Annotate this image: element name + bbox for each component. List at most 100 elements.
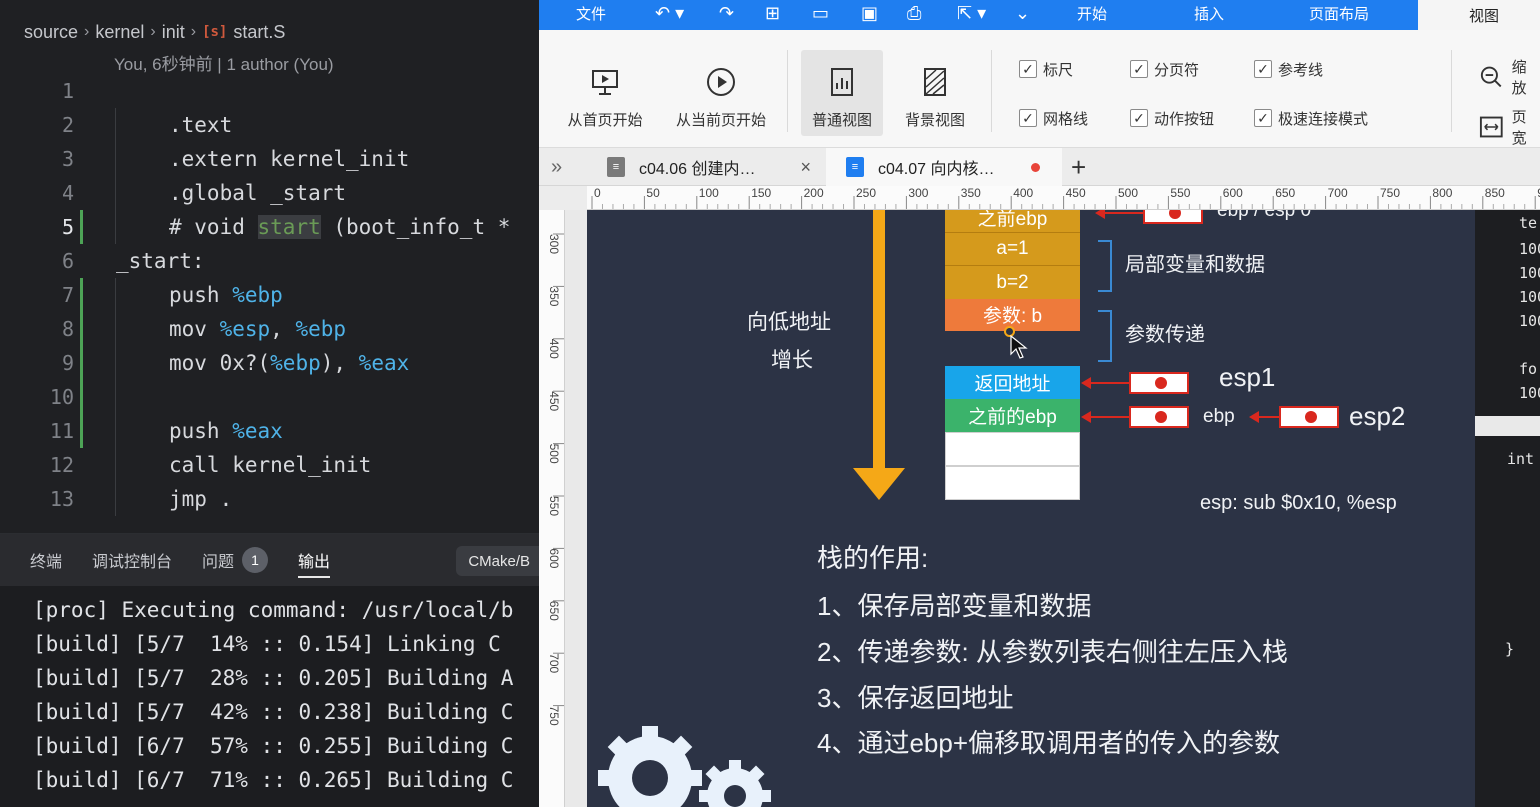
code-line[interactable]: 6 _start:	[0, 244, 540, 278]
print-icon[interactable]: ⎙	[907, 0, 921, 26]
collapse-sidebar-icon[interactable]: »	[551, 148, 562, 186]
gridlines-checkbox[interactable]: ✓ 网格线	[1019, 107, 1088, 129]
pointer-box	[1279, 406, 1339, 428]
add-tab-icon[interactable]: +	[1071, 148, 1086, 186]
code-token: mov	[169, 317, 220, 341]
code-line-active[interactable]: 5 # void start (boot_info_t *	[0, 210, 540, 244]
play-from-first-button[interactable]: 从首页开始	[561, 52, 649, 130]
code-line[interactable]: 7 push %ebp	[0, 278, 540, 312]
undo-icon[interactable]: ↶ ▾	[655, 0, 684, 26]
page-width-icon	[1479, 116, 1503, 138]
code-line[interactable]: 3 .extern kernel_init	[0, 142, 540, 176]
fast-connect-checkbox[interactable]: ✓ 极速连接模式	[1254, 107, 1368, 129]
stack-cell-b[interactable]: b=2	[945, 265, 1080, 299]
new-slide-icon[interactable]: ⊞	[765, 0, 780, 26]
git-blame-info[interactable]: You, 6秒钟前 | 1 author (You)	[114, 50, 334, 75]
breadcrumb-source[interactable]: source	[24, 22, 78, 43]
page-break-checkbox[interactable]: ✓ 分页符	[1130, 58, 1199, 80]
zoom-button[interactable]: 缩放	[1479, 56, 1540, 98]
stack-purpose-heading: 栈的作用:	[817, 543, 929, 573]
code-line[interactable]: 9 mov 0x?(%ebp), %eax	[0, 346, 540, 380]
code-line[interactable]: 4 .global _start	[0, 176, 540, 210]
redo-icon[interactable]: ↷	[719, 0, 734, 26]
close-tab-icon[interactable]: ×	[800, 157, 811, 178]
breadcrumb-init[interactable]: init	[162, 22, 185, 43]
open-icon[interactable]: ▭	[812, 0, 829, 26]
code-line[interactable]: 10	[0, 380, 540, 414]
save-icon[interactable]: ▣	[861, 0, 878, 26]
code-token: mov 0x?(	[169, 351, 271, 375]
peek-text: int	[1507, 450, 1535, 468]
stack-cell-saved-ebp[interactable]: 之前的ebp	[945, 399, 1080, 432]
code-text: .global _start	[169, 181, 347, 205]
tab-debug-console[interactable]: 调试控制台	[92, 534, 172, 586]
output-line: [build] [5/7 14% :: 0.154] Linking C	[33, 632, 501, 656]
code-line[interactable]: 2 .text	[0, 108, 540, 142]
code-line[interactable]: 12 call kernel_init	[0, 448, 540, 482]
doc-tab-c0406[interactable]: ≡ c04.06 创建内… ×	[587, 148, 825, 186]
vertical-ruler[interactable]: 300 350 400 450 500 550 600 650 700 750	[539, 210, 565, 807]
tab-problems[interactable]: 问题 1	[202, 534, 269, 586]
pointer-dot	[1169, 210, 1181, 219]
code-peek-bottom: int }	[1475, 436, 1540, 807]
code-line[interactable]: 1	[0, 74, 540, 108]
register-token: %ebp	[232, 283, 283, 307]
slide[interactable]: 向低地址 增长 之前ebp a=1 b=2 参数: b 返回地址 之前的ebp …	[587, 210, 1475, 807]
menu-insert[interactable]: 插入	[1194, 0, 1224, 26]
menu-view[interactable]: 视图	[1457, 0, 1511, 30]
peek-text: 100	[1519, 264, 1540, 282]
play-from-current-button[interactable]: 从当前页开始	[667, 52, 775, 130]
breadcrumb-file[interactable]: start.S	[233, 22, 285, 43]
menu-page-layout[interactable]: 页面布局	[1309, 0, 1369, 26]
stack-cell-empty[interactable]	[945, 432, 1080, 466]
play-from-first-label: 从首页开始	[567, 112, 643, 129]
doc-tab-c0407[interactable]: ≡ c04.07 向内核…	[826, 148, 1062, 186]
stack-cell-empty[interactable]	[945, 466, 1080, 500]
stack-cell-prev-ebp[interactable]: 之前ebp	[945, 210, 1080, 232]
tab-output[interactable]: 输出	[298, 534, 331, 586]
more-icon[interactable]: ⌄	[1015, 0, 1030, 26]
pointer-dot	[1305, 411, 1317, 423]
code-label: _start:	[116, 249, 205, 273]
normal-view-button[interactable]: 普通视图	[801, 50, 883, 136]
page-width-button[interactable]: 页宽	[1479, 106, 1540, 148]
breadcrumb: source › kernel › init › [s] start.S	[24, 20, 285, 44]
line-number: 5	[61, 215, 74, 239]
ribbon-separator	[991, 50, 992, 132]
guides-checkbox[interactable]: ✓ 参考线	[1254, 58, 1323, 80]
stack-cell-a[interactable]: a=1	[945, 232, 1080, 265]
menu-file[interactable]: 文件	[576, 0, 606, 26]
pointer-line	[1089, 416, 1129, 418]
indent-guide	[115, 108, 116, 142]
output-line: [build] [6/7 57% :: 0.255] Building C	[33, 734, 514, 758]
code-text: .extern kernel_init	[169, 147, 410, 171]
ebp-esp0-label: ebp / esp 0	[1217, 210, 1312, 221]
tab-terminal[interactable]: 终端	[30, 534, 62, 586]
ribbon-separator	[1451, 50, 1452, 132]
code-editor[interactable]: source › kernel › init › [s] start.S You…	[0, 0, 540, 533]
breadcrumb-kernel[interactable]: kernel	[95, 22, 144, 43]
code-line[interactable]: 13 jmp .	[0, 482, 540, 516]
arrow-shaft	[873, 210, 885, 472]
peek-text: 100	[1519, 312, 1540, 330]
background-view-button[interactable]: 背景视图	[895, 52, 975, 130]
stack-cell-return-addr[interactable]: 返回地址	[945, 366, 1080, 399]
output-line: [proc] Executing command: /usr/local/b	[33, 598, 514, 622]
ruler-checkbox[interactable]: ✓ 标尺	[1019, 58, 1073, 80]
menu-start[interactable]: 开始	[1077, 0, 1107, 26]
register-token: %eax	[232, 419, 283, 443]
ruler-label: 600	[1223, 186, 1243, 200]
ribbon: 从首页开始 从当前页开始 普通视图 背景视图 ✓ 标尺 ✓ 分页符 ✓ 参考线 ✓ 网格…	[539, 30, 1540, 148]
code-line[interactable]: 11 push %eax	[0, 414, 540, 448]
peek-text: te	[1519, 214, 1538, 232]
check-icon: ✓	[1130, 60, 1148, 78]
indent-guide	[115, 176, 116, 210]
output-channel-select[interactable]: CMake/B	[456, 546, 540, 576]
export-icon[interactable]: ⇱ ▾	[957, 0, 986, 26]
ruler-label: 600	[547, 548, 561, 568]
horizontal-ruler[interactable]: 0 50 100 150 200 250 300 350 400 450 500 550 600 650 7…	[587, 186, 1540, 210]
action-buttons-checkbox[interactable]: ✓ 动作按钮	[1130, 107, 1214, 129]
code-line[interactable]: 8 mov %esp, %ebp	[0, 312, 540, 346]
ruler-label: 400	[1013, 186, 1033, 200]
pointer-box	[1129, 372, 1189, 394]
